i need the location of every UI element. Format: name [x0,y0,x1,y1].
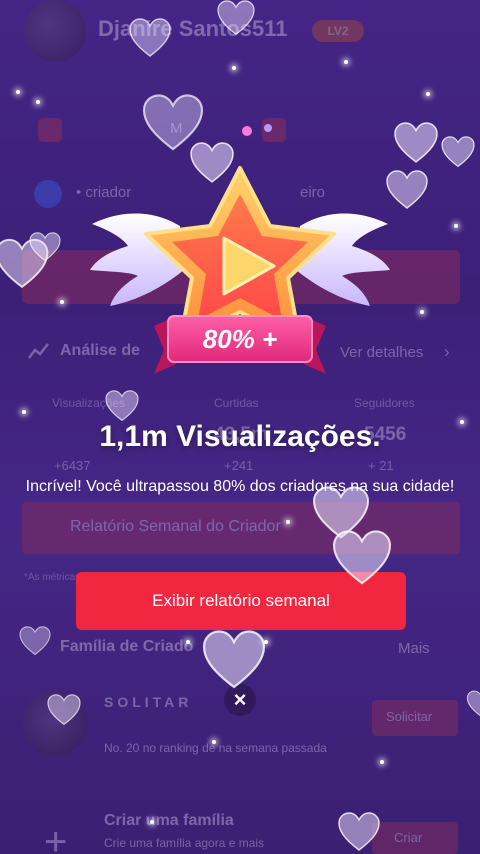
sparkle [264,640,268,644]
heart-icon [386,170,428,209]
heart-icon [338,812,380,851]
sparkle [212,740,216,744]
sparkle [460,420,464,424]
sparkle [344,60,348,64]
achievement-subtitle: Incrível! Você ultrapassou 80% dos criad… [25,478,455,495]
sparkle [426,92,430,96]
sparkle [286,520,290,524]
sparkle [60,300,64,304]
sparkle [380,760,384,764]
sparkle [420,310,424,314]
heart-icon [129,18,171,57]
heart-icon [105,390,139,422]
views-title: 1,1m Visualizações. [99,420,381,453]
heart-icon [217,0,255,36]
sparkle [454,224,458,228]
sparkle [232,66,236,70]
heart-icon [47,694,81,726]
sparkle [150,820,154,824]
winged-star-icon: 80% + [90,166,390,374]
heart-icon [190,142,234,183]
heart-icon [332,530,392,585]
sparkle [16,90,20,94]
heart-icon [29,232,61,262]
sparkle [22,410,26,414]
heart-icon [466,690,480,717]
heart-icon [19,626,51,656]
sparkle [36,100,40,104]
heart-icon [202,630,266,689]
heart-icon [394,122,438,163]
percent-badge-label: 80% + [203,324,277,354]
decor-dot [264,124,272,132]
heart-icon [441,136,475,168]
sparkle [186,640,190,644]
decor-dot [242,126,252,136]
moon-icon [310,136,331,159]
